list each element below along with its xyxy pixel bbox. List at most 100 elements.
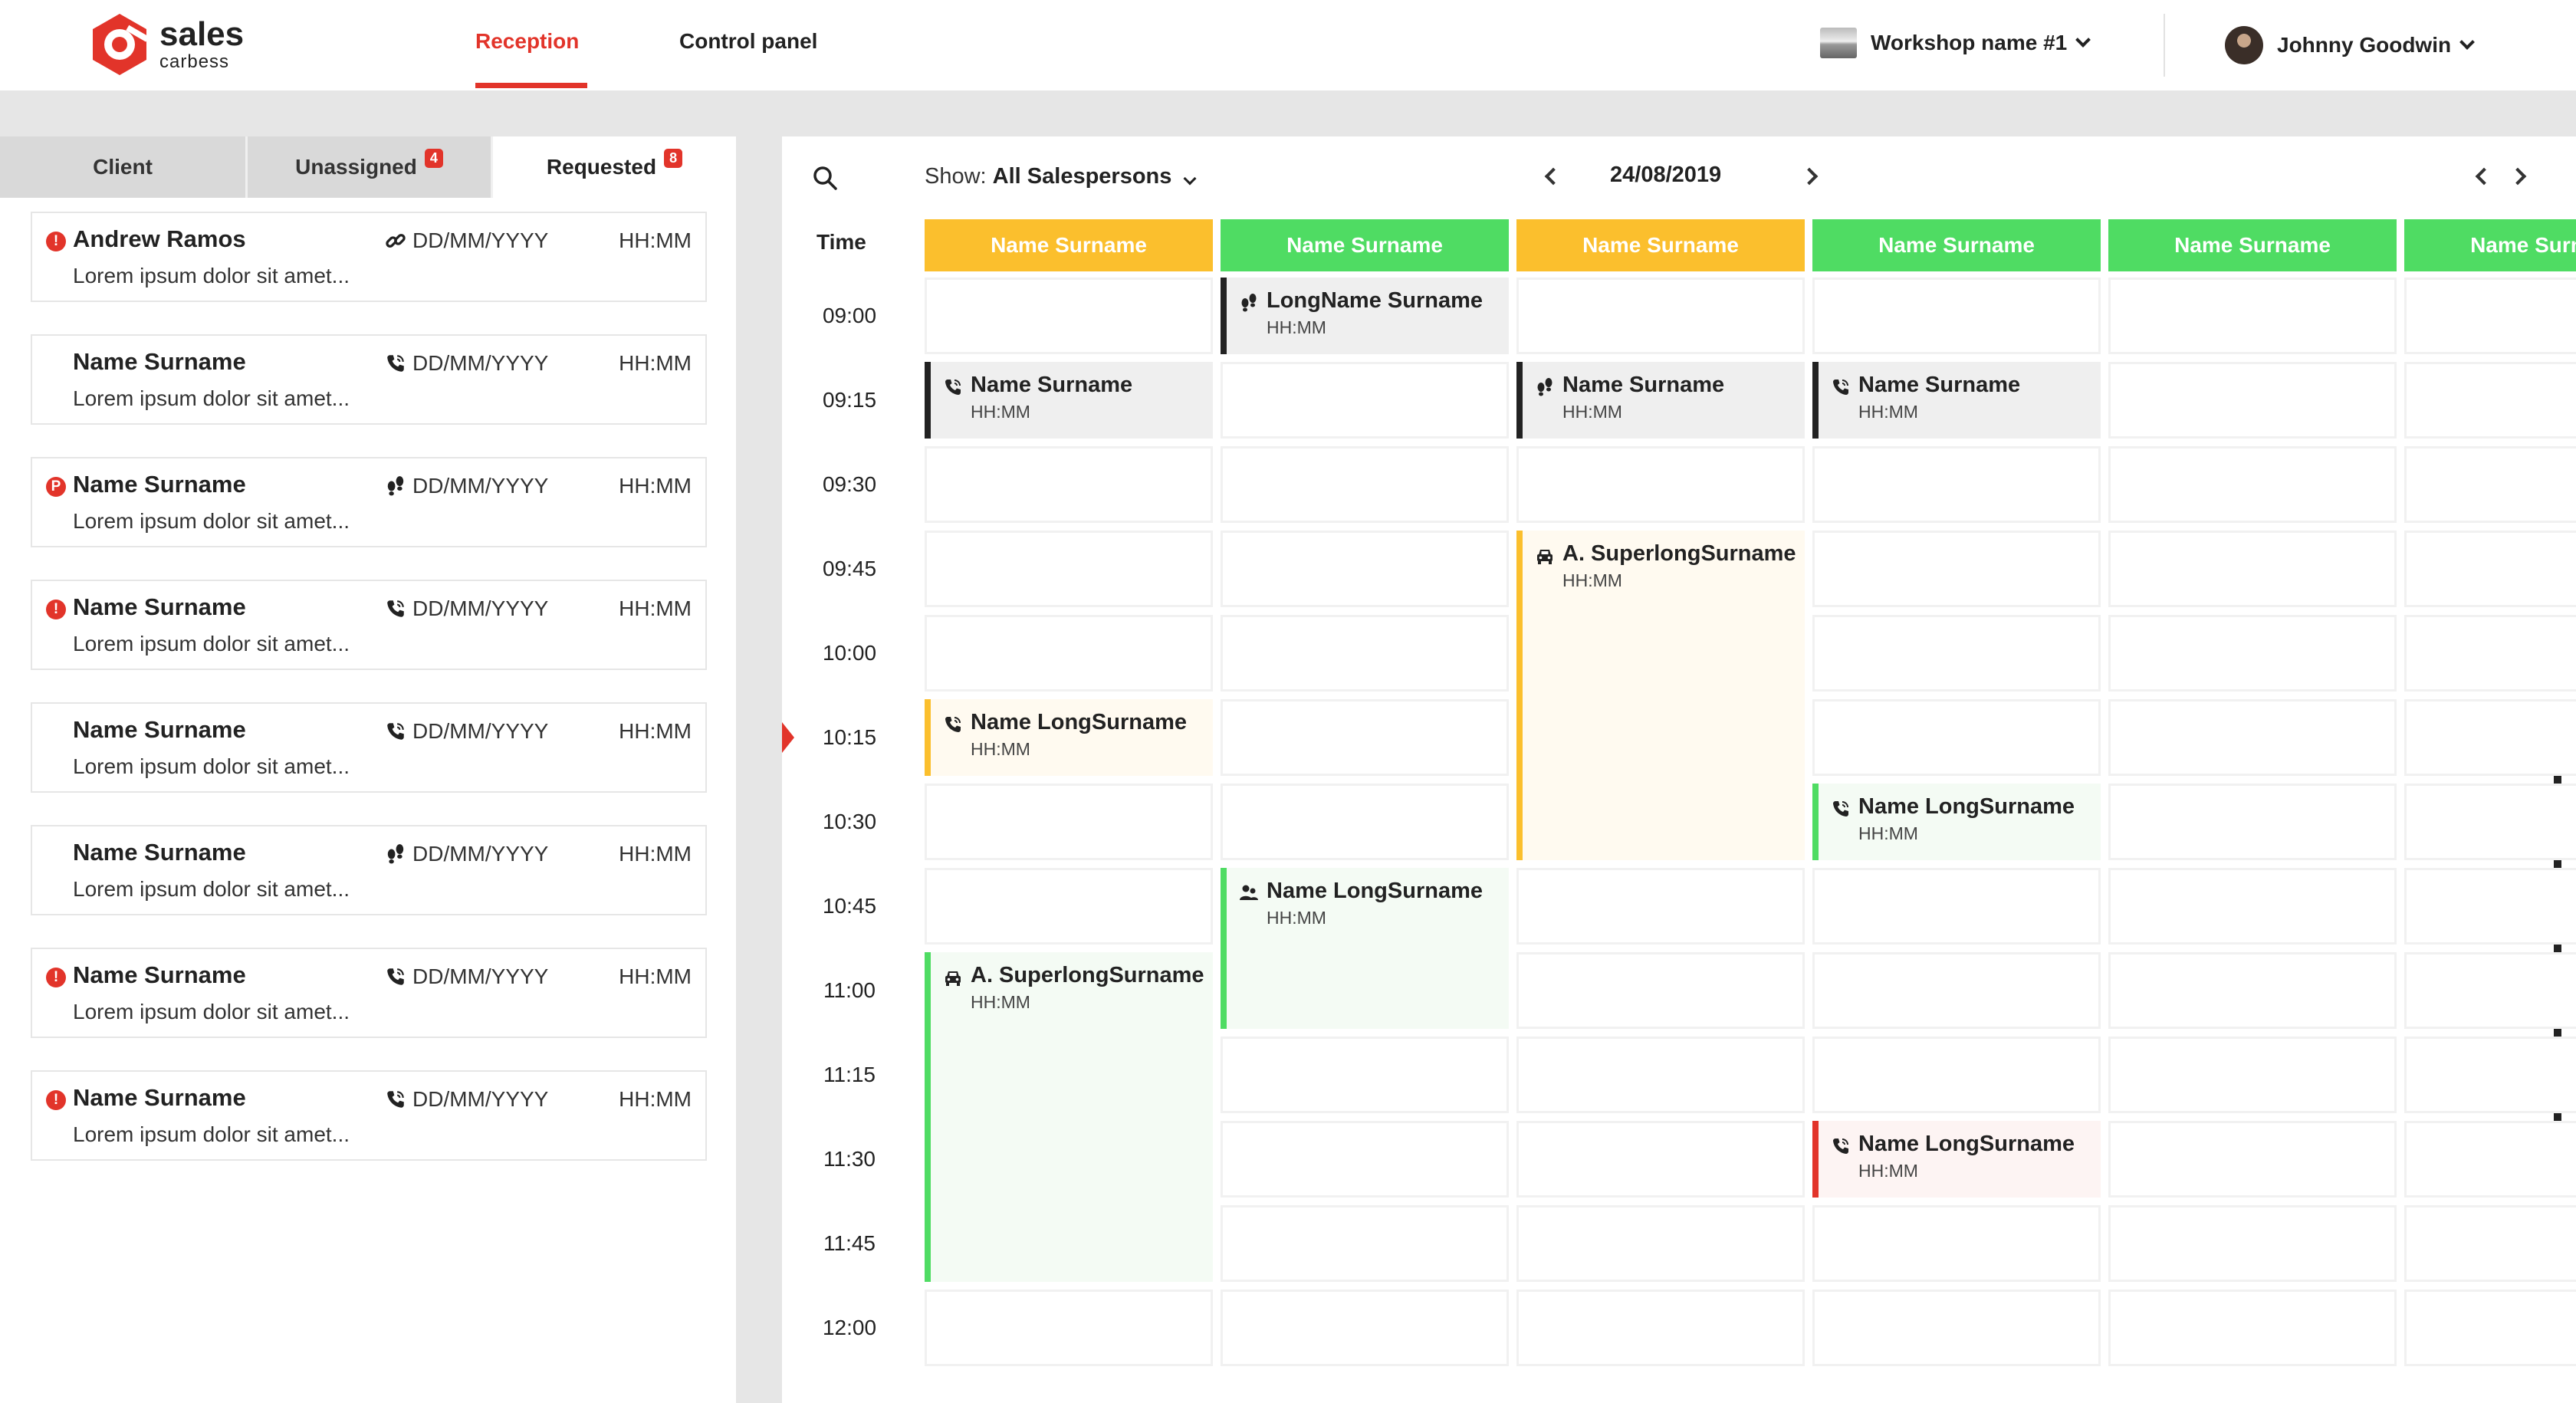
salesperson-column-header[interactable]: Name Surname <box>1221 219 1509 271</box>
calendar-slot[interactable] <box>925 868 1213 945</box>
tab-unassigned[interactable]: Unassigned 4 <box>245 136 491 198</box>
calendar-slot[interactable] <box>1221 699 1509 776</box>
calendar-slot[interactable] <box>1812 1290 2101 1366</box>
scroll-columns-left-button[interactable] <box>2475 167 2493 186</box>
calendar-slot[interactable] <box>1221 531 1509 607</box>
calendar-slot[interactable] <box>1516 1290 1805 1366</box>
salesperson-column-header[interactable]: Name Surname <box>1516 219 1805 271</box>
calendar-slot[interactable] <box>2108 1205 2397 1282</box>
list-item[interactable]: P Name Surname DD/MM/YYYY HH:MM Lorem ipsum … <box>31 457 707 547</box>
calendar-slot[interactable] <box>2404 699 2576 776</box>
salesperson-column-header[interactable]: Name Surname <box>925 219 1213 271</box>
calendar-slot[interactable] <box>2404 446 2576 523</box>
calendar-slot[interactable] <box>925 531 1213 607</box>
salesperson-column-header[interactable]: Name Surname <box>2404 219 2576 271</box>
calendar-slot[interactable] <box>1221 1121 1509 1198</box>
calendar-slot[interactable] <box>1812 1205 2101 1282</box>
calendar-slot[interactable] <box>2404 362 2576 439</box>
calendar-slot[interactable] <box>2404 531 2576 607</box>
brand-logo[interactable]: sales carbess <box>90 12 244 77</box>
calendar-slot[interactable] <box>1812 531 2101 607</box>
calendar-slot[interactable] <box>925 784 1213 860</box>
list-item[interactable]: Name Surname DD/MM/YYYY HH:MM Lorem ipsum d… <box>31 825 707 915</box>
salesperson-filter[interactable]: Show: All Salespersons <box>925 164 1197 189</box>
calendar-slot[interactable] <box>2108 1121 2397 1198</box>
calendar-slot[interactable] <box>2404 1037 2576 1113</box>
calendar-slot[interactable] <box>2108 952 2397 1029</box>
calendar-slot[interactable] <box>1516 446 1805 523</box>
calendar-slot[interactable] <box>2404 1205 2576 1282</box>
calendar-slot[interactable] <box>2108 1037 2397 1113</box>
calendar-slot[interactable] <box>2404 784 2576 860</box>
appointment-event[interactable]: LongName Surname HH:MM <box>1221 278 1509 354</box>
calendar-slot[interactable] <box>1516 1121 1805 1198</box>
calendar-slot[interactable] <box>1812 446 2101 523</box>
calendar-slot[interactable] <box>1221 615 1509 692</box>
calendar-slot[interactable] <box>2404 278 2576 354</box>
calendar-slot[interactable] <box>1516 868 1805 945</box>
calendar-slot[interactable] <box>2108 615 2397 692</box>
calendar-slot[interactable] <box>1221 446 1509 523</box>
calendar-slot[interactable] <box>1812 868 2101 945</box>
calendar-slot[interactable] <box>2404 1290 2576 1366</box>
calendar-slot[interactable] <box>2404 615 2576 692</box>
calendar-slot[interactable] <box>2108 446 2397 523</box>
calendar-slot[interactable] <box>2404 868 2576 945</box>
list-item[interactable]: ! Name Surname DD/MM/YYYY HH:MM Lorem ipsum … <box>31 948 707 1038</box>
next-day-button[interactable] <box>1800 167 1819 186</box>
appointment-event[interactable]: A. SuperlongSurname HH:MM <box>925 952 1213 1282</box>
appointment-event[interactable]: Name Surname HH:MM <box>1516 362 1805 439</box>
appointment-event[interactable]: Name Surname HH:MM <box>925 362 1213 439</box>
user-menu[interactable]: Johnny Goodwin <box>2225 26 2475 64</box>
list-item[interactable]: ! Andrew Ramos DD/MM/YYYY HH:MM Lorem ipsum … <box>31 212 707 302</box>
calendar-slot[interactable] <box>2108 1290 2397 1366</box>
calendar-slot[interactable] <box>2108 278 2397 354</box>
calendar-slot[interactable] <box>925 615 1213 692</box>
tab-requested[interactable]: Requested 8 <box>491 136 736 198</box>
appointment-event[interactable]: Name Surname HH:MM <box>1812 362 2101 439</box>
calendar-slot[interactable] <box>1812 1037 2101 1113</box>
appointment-event[interactable]: Name LongSurname HH:MM <box>1812 1121 2101 1198</box>
calendar-slot[interactable] <box>2404 952 2576 1029</box>
calendar-slot[interactable] <box>1221 1037 1509 1113</box>
calendar-slot[interactable] <box>2108 868 2397 945</box>
search-icon[interactable] <box>811 164 839 192</box>
nav-tab-reception[interactable]: Reception <box>475 29 579 54</box>
calendar-slot[interactable] <box>925 446 1213 523</box>
calendar-slot[interactable] <box>1221 1205 1509 1282</box>
tab-client[interactable]: Client <box>0 136 245 198</box>
calendar-slot[interactable] <box>925 278 1213 354</box>
calendar-slot[interactable] <box>1516 1205 1805 1282</box>
list-item[interactable]: Name Surname DD/MM/YYYY HH:MM Lorem ipsum d… <box>31 702 707 793</box>
list-item[interactable]: ! Name Surname DD/MM/YYYY HH:MM Lorem ipsum … <box>31 1070 707 1161</box>
calendar-slot[interactable] <box>1812 278 2101 354</box>
list-item[interactable]: Name Surname DD/MM/YYYY HH:MM Lorem ipsum d… <box>31 334 707 425</box>
calendar-slot[interactable] <box>2108 531 2397 607</box>
nav-tab-control-panel[interactable]: Control panel <box>679 29 817 54</box>
calendar-slot[interactable] <box>1812 615 2101 692</box>
calendar-slot[interactable] <box>1221 1290 1509 1366</box>
previous-day-button[interactable] <box>1544 167 1562 186</box>
list-item[interactable]: ! Name Surname DD/MM/YYYY HH:MM Lorem ipsum … <box>31 580 707 670</box>
calendar-slot[interactable] <box>1516 952 1805 1029</box>
appointment-event[interactable]: Name LongSurname HH:MM <box>1221 868 1509 1029</box>
calendar-slot[interactable] <box>2108 699 2397 776</box>
appointment-event[interactable]: Name LongSurname HH:MM <box>925 699 1213 776</box>
salesperson-column-header[interactable]: Name Surname <box>2108 219 2397 271</box>
calendar-slot[interactable] <box>1221 784 1509 860</box>
salesperson-column-header[interactable]: Name Surname <box>1812 219 2101 271</box>
time-slot-label: 09:30 <box>822 472 877 496</box>
calendar-slot[interactable] <box>2108 362 2397 439</box>
calendar-slot[interactable] <box>1516 278 1805 354</box>
calendar-slot[interactable] <box>1516 1037 1805 1113</box>
calendar-slot[interactable] <box>2108 784 2397 860</box>
calendar-slot[interactable] <box>1812 952 2101 1029</box>
appointment-event[interactable]: A. SuperlongSurname HH:MM <box>1516 531 1805 860</box>
scroll-columns-right-button[interactable] <box>2509 167 2527 186</box>
calendar-slot[interactable] <box>1812 699 2101 776</box>
calendar-slot[interactable] <box>1221 362 1509 439</box>
workshop-selector[interactable]: Workshop name #1 <box>1820 28 2091 58</box>
appointment-event[interactable]: Name LongSurname HH:MM <box>1812 784 2101 860</box>
calendar-slot[interactable] <box>925 1290 1213 1366</box>
calendar-slot[interactable] <box>2404 1121 2576 1198</box>
